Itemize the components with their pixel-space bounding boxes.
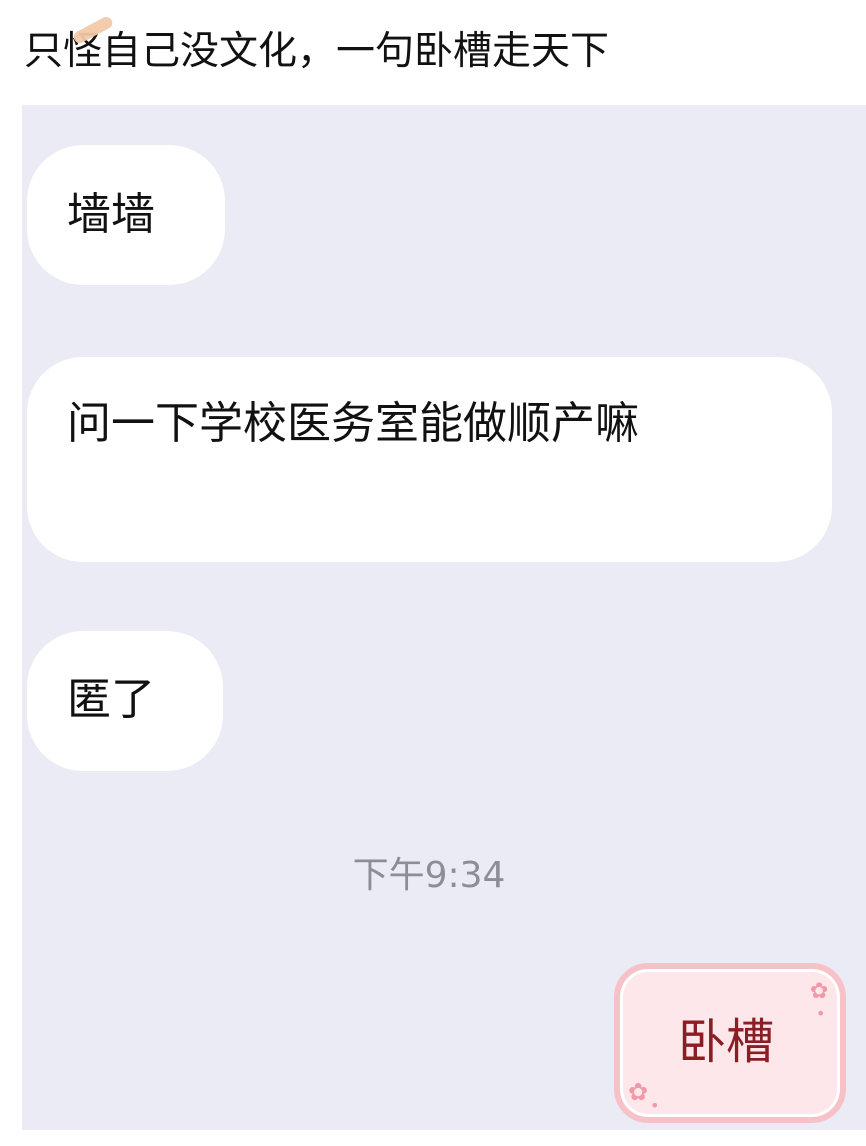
chat-area[interactable]: 墙墙 问一下学校医务室能做顺产嘛 匿了 下午9:34 ✿ • ✿ • 卧槽 [22, 105, 866, 1130]
message-timestamp: 下午9:34 [352, 855, 506, 896]
outgoing-message-bubble[interactable]: ✿ • ✿ • 卧槽 [614, 963, 846, 1123]
post-caption: 只怪自己没文化，一句卧槽走天下 [24, 29, 610, 74]
message-text: 匿了 [67, 674, 155, 725]
flower-icon: ✿ [810, 979, 829, 1004]
screenshot-page: 只怪自己没文化，一句卧槽走天下 墙墙 问一下学校医务室能做顺产嘛 匿了 下午9:… [0, 0, 866, 1146]
message-text: 问一下学校医务室能做顺产嘛 [67, 398, 639, 449]
flower-icon: ✿ [628, 1078, 649, 1106]
incoming-message-bubble[interactable]: 匿了 [27, 631, 223, 771]
flower-icon: • [650, 1096, 660, 1115]
incoming-message-bubble[interactable]: 问一下学校医务室能做顺产嘛 [27, 357, 832, 562]
message-text: 墙墙 [67, 189, 155, 240]
incoming-message-bubble[interactable]: 墙墙 [27, 145, 225, 285]
message-text: 卧槽 [678, 1014, 775, 1070]
